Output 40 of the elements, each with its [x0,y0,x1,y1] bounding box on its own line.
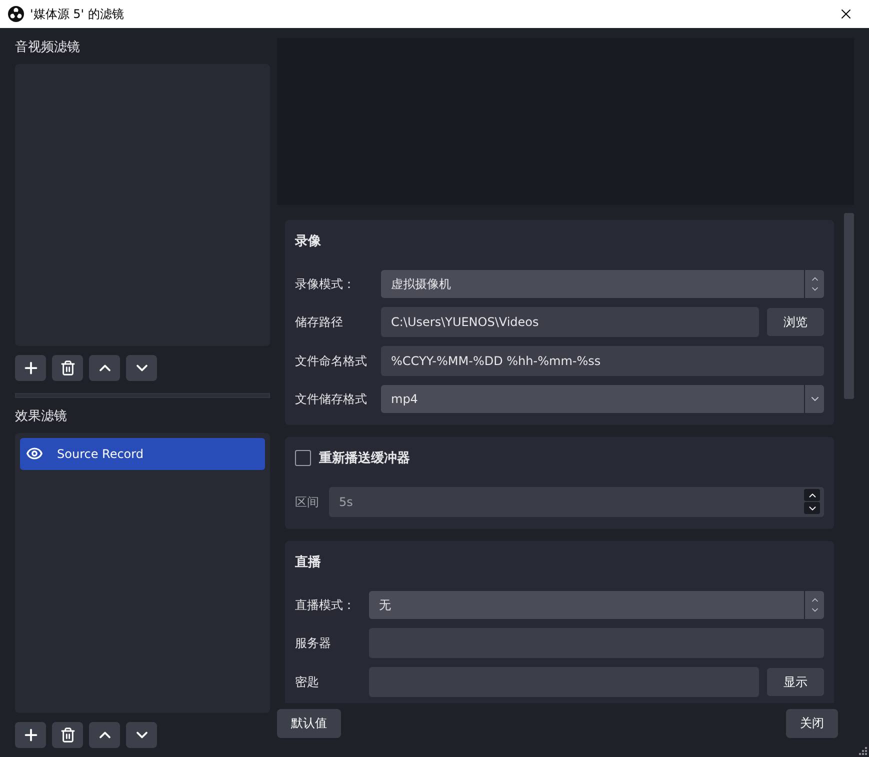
move-down-button[interactable] [126,354,157,380]
input-field[interactable]: %CCYY-%MM-%DD %hh-%mm-%ss [381,346,824,376]
window-title: '媒体源 5' 的滤镜 [30,6,125,22]
app-logo-icon [8,6,24,22]
close-dialog-button[interactable]: 关闭 [786,709,838,738]
delete-button[interactable] [52,354,83,380]
filter-item[interactable]: Source Record [20,438,265,470]
move-up-button[interactable] [89,354,120,380]
field-label: 文件储存格式 [295,390,368,408]
checkbox[interactable] [295,450,311,466]
dropdown[interactable]: 无 [369,591,824,619]
field-label: 服务器 [295,634,332,652]
field-label: 储存路径 [295,314,344,330]
field-label: 区间 [295,494,320,510]
field-label: 密匙 [295,674,320,690]
side-button[interactable]: 浏览 [767,308,824,336]
input-field[interactable]: C:\Users\YUENOS\Videos [381,307,759,337]
field-label: 文件命名格式 [295,352,368,370]
add-button[interactable] [15,722,46,748]
filter-name: Source Record [57,446,144,460]
section-label: 效果滤镜 [15,408,68,426]
move-down-button[interactable] [126,722,157,748]
dropdown[interactable]: 虚拟摄像机 [381,270,824,298]
dropdown[interactable]: mp4 [381,385,824,413]
side-button[interactable]: 显示 [767,668,824,696]
field-label: 录像模式： [295,276,356,292]
resize-grip-icon[interactable] [857,745,867,755]
scrollbar-thumb[interactable] [844,213,854,399]
trash-icon [60,360,76,376]
defaults-button[interactable]: 默认值 [277,709,341,738]
group-title: 直播 [295,554,321,571]
section-label: 音视频滤镜 [15,39,81,57]
move-up-button[interactable] [89,722,120,748]
delete-button[interactable] [52,722,83,748]
add-button[interactable] [15,354,46,380]
group-title: 重新播送缓冲器 [319,450,410,467]
eye-icon[interactable] [26,445,43,462]
field-label: 直播模式： [295,596,356,614]
group-title: 录像 [295,233,321,250]
trash-icon [60,727,76,743]
